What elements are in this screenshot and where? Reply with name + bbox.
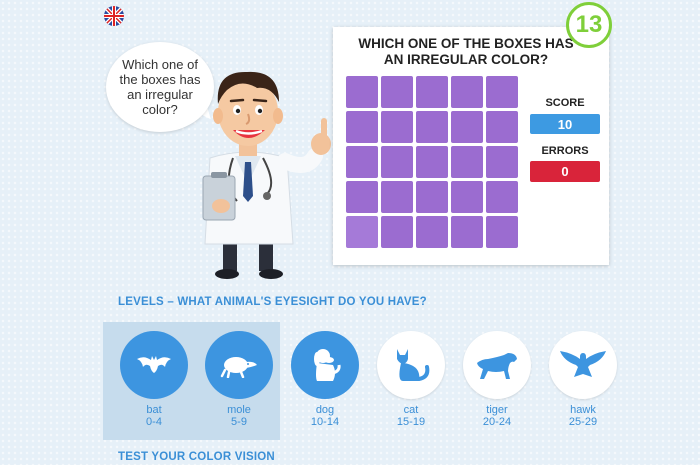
grid-cell[interactable]	[381, 216, 413, 248]
grid-cell[interactable]	[416, 216, 448, 248]
timer-badge: 13	[566, 2, 612, 48]
grid-cell[interactable]	[346, 76, 378, 108]
grid-cell[interactable]	[416, 76, 448, 108]
grid-cell[interactable]	[451, 181, 483, 213]
grid-cell[interactable]	[381, 76, 413, 108]
level-range: 25-29	[568, 416, 598, 428]
score-value: 10	[530, 114, 600, 134]
color-grid	[346, 76, 521, 251]
grid-cell[interactable]	[346, 216, 378, 248]
grid-cell[interactable]	[451, 111, 483, 143]
grid-cell[interactable]	[346, 111, 378, 143]
level-range: 5-9	[231, 416, 247, 428]
level-dog[interactable]: dog 10-14	[290, 331, 360, 428]
level-range: 0-4	[146, 416, 162, 428]
level-tiger[interactable]: tiger 20-24	[462, 331, 532, 428]
grid-cell[interactable]	[486, 216, 518, 248]
grid-cell[interactable]	[486, 111, 518, 143]
level-range: 20-24	[482, 416, 512, 428]
bat-icon	[120, 331, 188, 399]
grid-cell[interactable]	[451, 216, 483, 248]
mole-icon	[205, 331, 273, 399]
grid-cell[interactable]	[381, 111, 413, 143]
score-label: SCORE	[545, 97, 585, 109]
grid-cell[interactable]	[416, 111, 448, 143]
level-name: mole	[227, 404, 251, 416]
question-text: WHICH ONE OF THE BOXES HAS AN IRREGULAR …	[358, 36, 574, 67]
grid-cell[interactable]	[346, 181, 378, 213]
grid-cell[interactable]	[416, 146, 448, 178]
level-cat[interactable]: cat 15-19	[376, 331, 446, 428]
grid-cell[interactable]	[451, 76, 483, 108]
level-bat[interactable]: bat 0-4	[119, 331, 189, 428]
errors-value: 0	[530, 161, 600, 182]
grid-cell[interactable]	[486, 76, 518, 108]
levels-title: LEVELS – WHAT ANIMAL'S EYESIGHT DO YOU H…	[118, 296, 427, 308]
level-name: hawk	[570, 404, 596, 416]
level-mole[interactable]: mole 5-9	[204, 331, 274, 428]
cat-icon	[377, 331, 445, 399]
grid-cell[interactable]	[381, 146, 413, 178]
grid-cell[interactable]	[451, 146, 483, 178]
grid-cell[interactable]	[346, 146, 378, 178]
level-name: bat	[146, 404, 162, 416]
hawk-icon	[549, 331, 617, 399]
level-range: 15-19	[396, 416, 426, 428]
grid-cell[interactable]	[486, 181, 518, 213]
grid-cell[interactable]	[416, 181, 448, 213]
level-hawk[interactable]: hawk 25-29	[548, 331, 618, 428]
doctor-illustration	[175, 66, 340, 281]
grid-cell[interactable]	[381, 181, 413, 213]
test-color-vision-title: TEST YOUR COLOR VISION	[118, 451, 275, 463]
errors-label: ERRORS	[541, 145, 589, 157]
level-range: 10-14	[310, 416, 340, 428]
grid-cell[interactable]	[486, 146, 518, 178]
level-name: cat	[403, 404, 419, 416]
dog-icon	[291, 331, 359, 399]
tiger-icon	[463, 331, 531, 399]
level-name: tiger	[486, 404, 508, 416]
language-flag-icon[interactable]	[104, 6, 124, 26]
level-name: dog	[315, 404, 335, 416]
